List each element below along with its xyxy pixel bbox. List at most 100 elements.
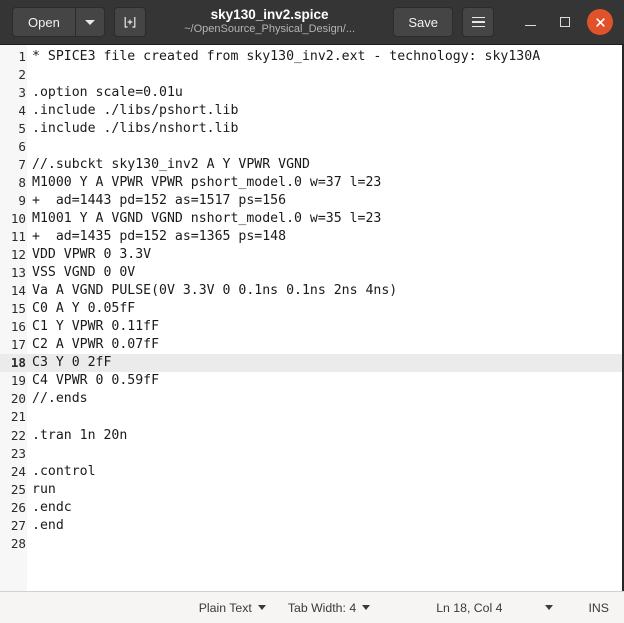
line-text: //.subckt sky130_inv2 A Y VPWR VGND bbox=[32, 156, 310, 172]
line-text: * SPICE3 file created from sky130_inv2.e… bbox=[32, 48, 541, 64]
code-line[interactable]: 14 Va A VGND PULSE(0V 3.3V 0 0.1ns 0.1ns … bbox=[0, 282, 622, 300]
chevron-down-icon bbox=[544, 605, 553, 610]
line-number: 9 bbox=[18, 192, 26, 208]
save-button-label: Save bbox=[408, 14, 438, 30]
titlebar: Open sky130_inv2.spice ~/OpenSource_Phys… bbox=[0, 0, 624, 45]
line-text: M1000 Y A VPWR VPWR pshort_model.0 w=37 … bbox=[32, 174, 382, 190]
file-path-subtitle: ~/OpenSource_Physical_Design/... bbox=[184, 24, 356, 36]
language-selector[interactable]: Plain Text bbox=[199, 601, 266, 615]
code-line[interactable]: 16 C1 Y VPWR 0.11fF bbox=[0, 318, 622, 336]
line-number: 14 bbox=[10, 283, 26, 299]
code-line[interactable]: 28 bbox=[0, 534, 622, 552]
line-text: C2 A VPWR 0.07fF bbox=[32, 337, 160, 353]
new-document-icon bbox=[124, 17, 136, 28]
line-number: 23 bbox=[10, 445, 26, 461]
code-line[interactable]: 21 bbox=[0, 408, 622, 426]
code-line[interactable]: 13 VSS VGND 0 0V bbox=[0, 264, 622, 282]
line-number: 20 bbox=[10, 391, 26, 407]
code-line[interactable]: 2 bbox=[0, 65, 622, 83]
code-line[interactable]: 3 .option scale=0.01u bbox=[0, 83, 622, 101]
line-text: + ad=1435 pd=152 as=1365 ps=148 bbox=[32, 228, 287, 244]
line-number: 3 bbox=[18, 84, 26, 100]
close-icon bbox=[595, 17, 605, 27]
open-button[interactable]: Open bbox=[12, 7, 75, 37]
line-text: .include ./libs/pshort.lib bbox=[32, 102, 239, 118]
close-button[interactable] bbox=[587, 9, 613, 35]
line-number: 26 bbox=[10, 499, 26, 515]
line-text: .include ./libs/nshort.lib bbox=[32, 120, 239, 136]
language-label: Plain Text bbox=[198, 600, 252, 615]
file-name-title: sky130_inv2.spice bbox=[210, 8, 329, 23]
main-menu-button[interactable] bbox=[462, 7, 494, 37]
code-line[interactable]: 18 C3 Y 0 2fF bbox=[0, 353, 622, 372]
line-number: 21 bbox=[10, 409, 26, 425]
line-number: 17 bbox=[10, 337, 26, 353]
hamburger-menu-icon bbox=[471, 16, 485, 28]
line-number: 18 bbox=[10, 355, 26, 371]
line-text: C3 Y 0 2fF bbox=[32, 355, 112, 371]
code-line[interactable]: 6 bbox=[0, 137, 622, 155]
line-number: 11 bbox=[10, 228, 26, 244]
line-number: 5 bbox=[18, 120, 26, 136]
code-line[interactable]: 20 //.ends bbox=[0, 390, 622, 408]
line-number: 8 bbox=[18, 174, 26, 190]
code-line[interactable]: 1 * SPICE3 file created from sky130_inv2.… bbox=[0, 47, 622, 65]
line-text: run bbox=[32, 481, 56, 497]
line-text: Va A VGND PULSE(0V 3.3V 0 0.1ns 0.1ns 2n… bbox=[32, 283, 398, 299]
line-text: VSS VGND 0 0V bbox=[32, 265, 136, 281]
maximize-button[interactable] bbox=[552, 9, 578, 35]
line-text: .option scale=0.01u bbox=[32, 84, 183, 100]
insert-mode-label: INS bbox=[588, 600, 610, 615]
code-line[interactable]: 10 M1001 Y A VGND VGND nshort_model.0 w=3… bbox=[0, 209, 622, 227]
chevron-down-icon bbox=[362, 605, 371, 610]
code-line[interactable]: 23 bbox=[0, 444, 622, 462]
save-button[interactable]: Save bbox=[393, 7, 453, 37]
line-text: C0 A Y 0.05fF bbox=[32, 301, 136, 317]
line-text: + ad=1443 pd=152 as=1517 ps=156 bbox=[32, 192, 287, 208]
line-number: 16 bbox=[10, 319, 26, 335]
line-text: //.ends bbox=[32, 391, 88, 407]
line-number: 4 bbox=[18, 102, 26, 118]
code-line[interactable]: 9 + ad=1443 pd=152 as=1517 ps=156 bbox=[0, 191, 622, 209]
code-line[interactable]: 26 .endc bbox=[0, 498, 622, 516]
code-line[interactable]: 8 M1000 Y A VPWR VPWR pshort_model.0 w=37… bbox=[0, 173, 622, 191]
code-line[interactable]: 7 //.subckt sky130_inv2 A Y VPWR VGND bbox=[0, 155, 622, 173]
chevron-down-icon bbox=[84, 19, 95, 25]
line-number: 24 bbox=[10, 463, 26, 479]
code-lines[interactable]: 1 * SPICE3 file created from sky130_inv2.… bbox=[0, 45, 622, 552]
code-line[interactable]: 24 .control bbox=[0, 462, 622, 480]
line-number: 13 bbox=[10, 265, 26, 281]
line-text: C4 VPWR 0 0.59fF bbox=[32, 373, 160, 389]
line-text: .endc bbox=[32, 499, 72, 515]
line-number: 10 bbox=[10, 210, 26, 226]
go-to-line-dropdown[interactable] bbox=[544, 605, 553, 610]
minimize-button[interactable] bbox=[517, 9, 543, 35]
chevron-down-icon bbox=[257, 605, 266, 610]
maximize-icon bbox=[560, 17, 570, 27]
code-line[interactable]: 19 C4 VPWR 0 0.59fF bbox=[0, 372, 622, 390]
code-line[interactable]: 25 run bbox=[0, 480, 622, 498]
line-number: 22 bbox=[10, 427, 26, 443]
line-number: 2 bbox=[18, 66, 26, 82]
line-text: C1 Y VPWR 0.11fF bbox=[32, 319, 160, 335]
line-text: .end bbox=[32, 517, 64, 533]
open-button-group: Open bbox=[12, 7, 105, 37]
code-line[interactable]: 5 .include ./libs/nshort.lib bbox=[0, 119, 622, 137]
line-number: 7 bbox=[18, 156, 26, 172]
new-document-button[interactable] bbox=[113, 7, 146, 37]
line-text: .control bbox=[32, 463, 96, 479]
code-line[interactable]: 17 C2 A VPWR 0.07fF bbox=[0, 336, 622, 354]
code-line[interactable]: 22 .tran 1n 20n bbox=[0, 426, 622, 444]
code-line[interactable]: 4 .include ./libs/pshort.lib bbox=[0, 101, 622, 119]
code-line[interactable]: 15 C0 A Y 0.05fF bbox=[0, 300, 622, 318]
editor-area[interactable]: 1 * SPICE3 file created from sky130_inv2.… bbox=[0, 45, 624, 591]
tab-width-selector[interactable]: Tab Width: 4 bbox=[288, 601, 371, 615]
line-number: 15 bbox=[10, 301, 26, 317]
code-line[interactable]: 27 .end bbox=[0, 516, 622, 534]
line-number: 6 bbox=[18, 138, 26, 154]
open-recent-dropdown-button[interactable] bbox=[74, 7, 105, 37]
text-editor-window: Open sky130_inv2.spice ~/OpenSource_Phys… bbox=[0, 0, 624, 623]
code-line[interactable]: 11 + ad=1435 pd=152 as=1365 ps=148 bbox=[0, 227, 622, 245]
line-number: 27 bbox=[10, 517, 26, 533]
code-line[interactable]: 12 VDD VPWR 0 3.3V bbox=[0, 246, 622, 264]
